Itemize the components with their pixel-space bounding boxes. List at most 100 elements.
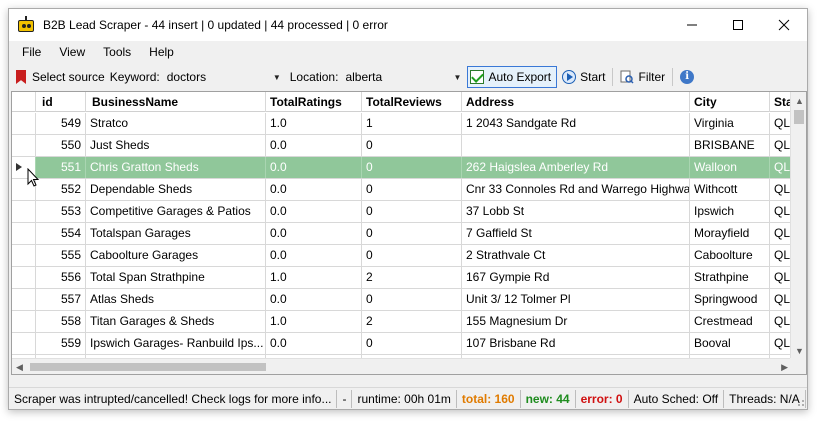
- status-dash: -: [337, 389, 353, 408]
- status-auto-sched: Auto Sched: Off: [629, 389, 725, 408]
- vertical-scrollbar[interactable]: ▲ ▼: [790, 92, 806, 358]
- cell-business-name: Titan Garages & Sheds: [86, 311, 266, 332]
- row-header[interactable]: [12, 135, 36, 156]
- current-row-arrow-icon: [16, 163, 22, 171]
- minimize-button[interactable]: [669, 9, 715, 41]
- menu-view[interactable]: View: [50, 41, 94, 63]
- chevron-down-icon: ▼: [453, 72, 462, 82]
- cell-business-name: Ipswich Garages- Ranbuild Ips...: [86, 333, 266, 354]
- row-header[interactable]: [12, 289, 36, 310]
- table-row[interactable]: 556 Total Span Strathpine 1.0 2 167 Gympie R…: [12, 267, 800, 289]
- cell-total-ratings: 0.0: [266, 333, 362, 354]
- app-window: B2B Lead Scraper - 44 insert | 0 updated…: [8, 8, 808, 410]
- column-header-address[interactable]: Address: [462, 92, 690, 112]
- cell-address: 262 Haigslea Amberley Rd: [462, 157, 690, 178]
- cell-city: Caboolture: [690, 245, 770, 266]
- scroll-up-icon[interactable]: ▲: [795, 94, 804, 108]
- start-button[interactable]: Start: [559, 66, 608, 88]
- maximize-icon: [733, 20, 743, 30]
- close-icon: [778, 19, 790, 31]
- cell-total-reviews: 0: [362, 201, 462, 222]
- select-source-label: Select source: [32, 70, 105, 84]
- table-row[interactable]: 557 Atlas Sheds 0.0 0 Unit 3/ 12 Tolmer Pl Sp…: [12, 289, 800, 311]
- info-button[interactable]: i: [677, 66, 697, 88]
- cell-address: Cnr 33 Connoles Rd and Warrego Highway: [462, 179, 690, 200]
- table-row[interactable]: 555 Caboolture Garages 0.0 0 2 Strathvale Ct…: [12, 245, 800, 267]
- menu-help[interactable]: Help: [140, 41, 183, 63]
- maximize-button[interactable]: [715, 9, 761, 41]
- toolbar: Select source Keyword: doctors ▼ Locatio…: [9, 64, 807, 90]
- window-title: B2B Lead Scraper - 44 insert | 0 updated…: [43, 18, 388, 32]
- title-bar[interactable]: B2B Lead Scraper - 44 insert | 0 updated…: [9, 9, 807, 41]
- column-header-city[interactable]: City: [690, 92, 770, 112]
- row-header[interactable]: [12, 113, 36, 134]
- menu-tools[interactable]: Tools: [94, 41, 140, 63]
- column-header-id[interactable]: id: [36, 92, 86, 112]
- table-row[interactable]: 551 Chris Gratton Sheds 0.0 0 262 Haigslea A…: [12, 157, 800, 179]
- table-row[interactable]: 549 Stratco 1.0 1 1 2043 Sandgate Rd Virginia…: [12, 113, 800, 135]
- keyword-combo[interactable]: doctors ▼: [163, 67, 284, 87]
- mouse-cursor-icon: [27, 168, 40, 187]
- column-header-businessname[interactable]: BusinessName: [86, 92, 266, 112]
- scroll-right-icon[interactable]: ▶: [781, 360, 788, 374]
- filter-button[interactable]: Filter: [617, 66, 668, 88]
- vertical-scroll-thumb[interactable]: [794, 110, 804, 124]
- horizontal-scroll-thumb[interactable]: [30, 363, 266, 371]
- column-header-totalreviews[interactable]: TotalReviews: [362, 92, 462, 112]
- cell-address: Unit 3/ 12 Tolmer Pl: [462, 289, 690, 310]
- row-header[interactable]: [12, 267, 36, 288]
- cell-id: 557: [36, 289, 86, 310]
- cell-address: 2 Strathvale Ct: [462, 245, 690, 266]
- filter-label: Filter: [638, 70, 666, 84]
- cell-business-name: Atlas Sheds: [86, 289, 266, 310]
- cell-business-name: Competitive Garages & Patios: [86, 201, 266, 222]
- cell-total-reviews: 0: [362, 333, 462, 354]
- table-row[interactable]: 550 Just Sheds 0.0 0 BRISBANE QLD: [12, 135, 800, 157]
- table-row[interactable]: 554 Totalspan Garages 0.0 0 7 Gaffield St Mor…: [12, 223, 800, 245]
- cell-address: [462, 135, 690, 156]
- cell-business-name: Stratco: [86, 113, 266, 134]
- table-row[interactable]: 552 Dependable Sheds 0.0 0 Cnr 33 Connoles R…: [12, 179, 800, 201]
- table-row[interactable]: 559 Ipswich Garages- Ranbuild Ips... 0.0 0 1…: [12, 333, 800, 355]
- cell-business-name: Chris Gratton Sheds: [86, 157, 266, 178]
- info-icon: i: [680, 70, 695, 84]
- select-source-button[interactable]: Select source: [13, 66, 108, 88]
- row-header[interactable]: [12, 201, 36, 222]
- cell-id: 549: [36, 113, 86, 134]
- close-button[interactable]: [761, 9, 807, 41]
- menu-file[interactable]: File: [13, 41, 50, 63]
- filter-icon: [620, 70, 635, 84]
- location-combo[interactable]: alberta ▼: [342, 67, 465, 87]
- results-grid[interactable]: id BusinessName TotalRatings TotalReview…: [11, 91, 807, 375]
- cell-city: Virginia: [690, 113, 770, 134]
- location-label: Location:: [289, 70, 339, 84]
- scroll-down-icon[interactable]: ▼: [795, 344, 804, 358]
- cell-total-reviews: 0: [362, 179, 462, 200]
- column-header-totalratings[interactable]: TotalRatings: [266, 92, 362, 112]
- cell-total-ratings: 0.0: [266, 157, 362, 178]
- cell-address: 167 Gympie Rd: [462, 267, 690, 288]
- row-header[interactable]: [12, 245, 36, 266]
- row-header-corner: [12, 92, 36, 112]
- table-row[interactable]: 553 Competitive Garages & Patios 0.0 0 37 Lo…: [12, 201, 800, 223]
- row-header[interactable]: [12, 311, 36, 332]
- row-header[interactable]: [12, 333, 36, 354]
- resize-grip-icon[interactable]: [795, 397, 805, 407]
- cell-id: 558: [36, 311, 86, 332]
- horizontal-scrollbar[interactable]: ◀ ▶: [12, 358, 792, 374]
- cell-id: 556: [36, 267, 86, 288]
- bookmark-icon: [16, 70, 26, 84]
- minimize-icon: [687, 24, 697, 26]
- cell-id: 553: [36, 201, 86, 222]
- cell-total-ratings: 0.0: [266, 135, 362, 156]
- cell-address: 155 Magnesium Dr: [462, 311, 690, 332]
- cell-total-reviews: 0: [362, 245, 462, 266]
- row-header[interactable]: [12, 223, 36, 244]
- scroll-left-icon[interactable]: ◀: [16, 360, 23, 374]
- auto-export-toggle[interactable]: Auto Export: [467, 66, 558, 88]
- toolbar-separator: [612, 68, 614, 86]
- table-row[interactable]: 558 Titan Garages & Sheds 1.0 2 155 Magnesiu…: [12, 311, 800, 333]
- grid-header: id BusinessName TotalRatings TotalReview…: [12, 92, 800, 112]
- toolbar-separator: [672, 68, 674, 86]
- cell-total-ratings: 1.0: [266, 267, 362, 288]
